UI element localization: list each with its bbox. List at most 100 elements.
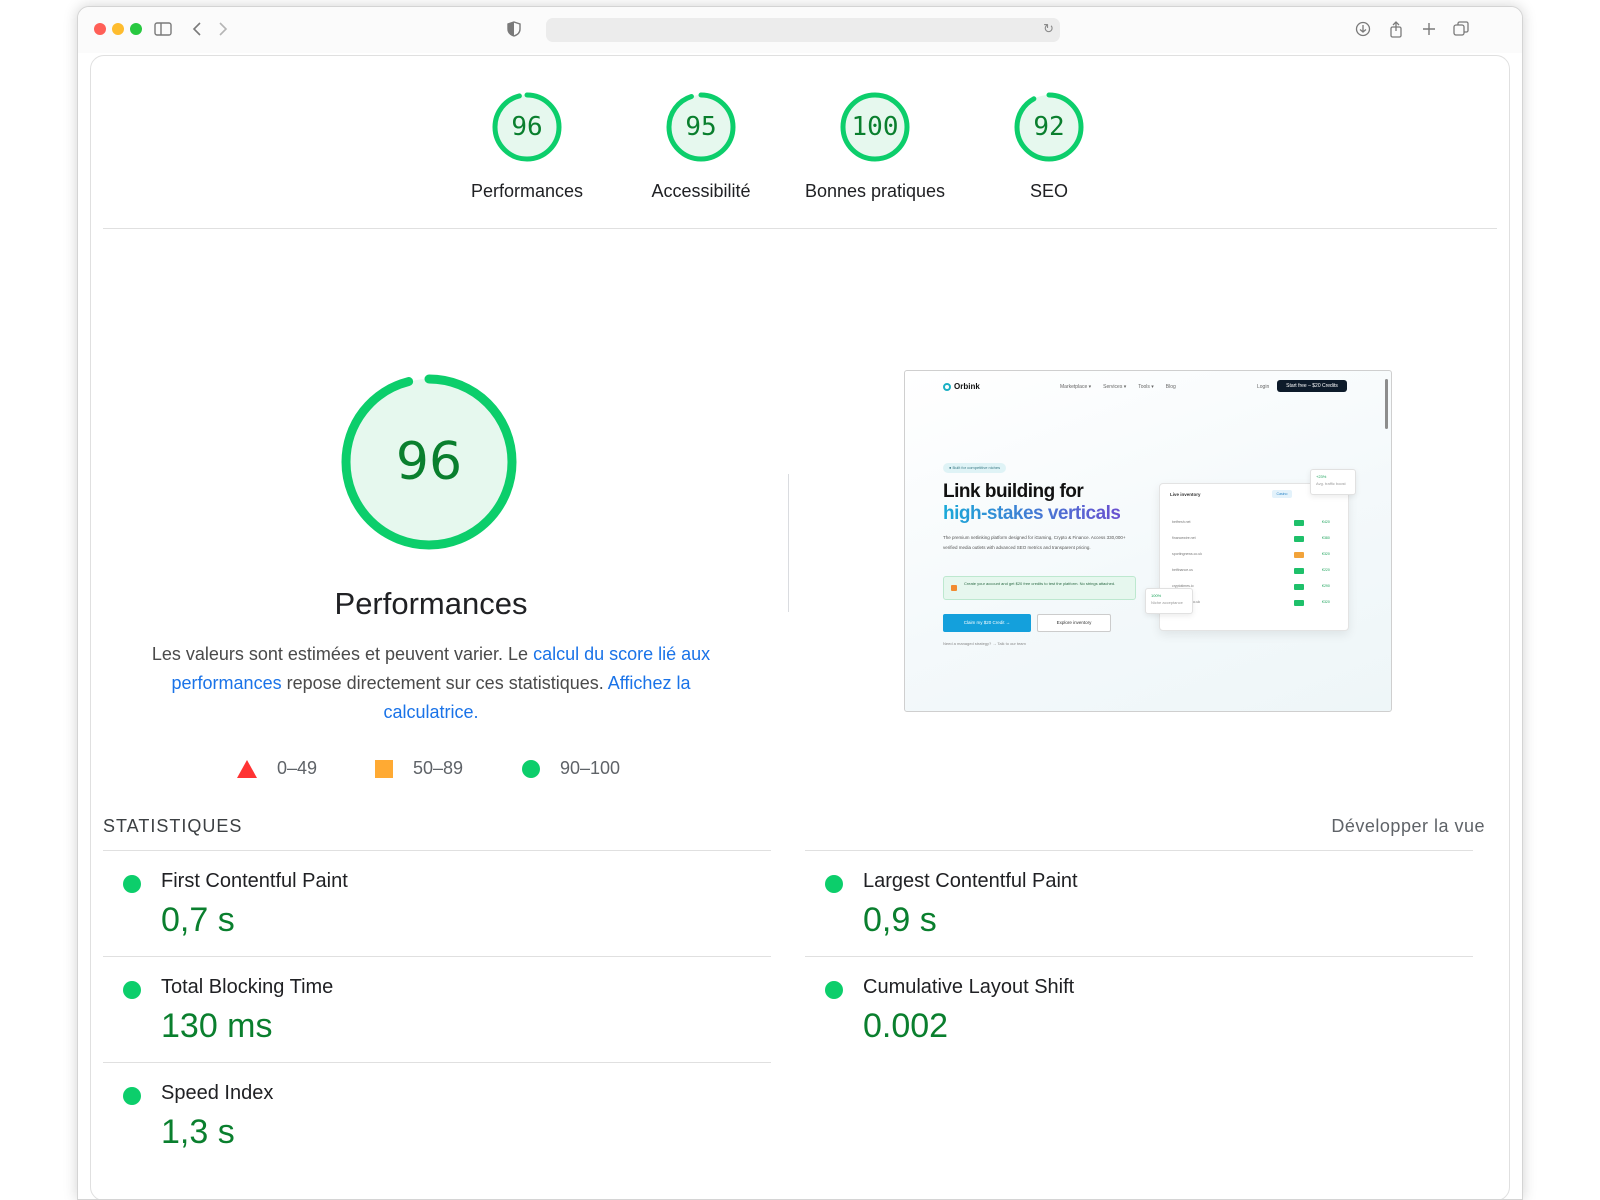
back-icon[interactable] bbox=[186, 18, 208, 40]
minimize-window-button[interactable] bbox=[112, 23, 124, 35]
score-description: Les valeurs sont estimées et peuvent var… bbox=[131, 640, 731, 727]
gauge-performance[interactable]: 96 Performances bbox=[447, 91, 607, 202]
browser-window: ↻ 96 Performances 95 Accessibilité 100 B… bbox=[77, 6, 1523, 1200]
legend-average: 50–89 bbox=[375, 758, 463, 779]
row-badge bbox=[1294, 568, 1304, 574]
zoom-window-button[interactable] bbox=[130, 23, 142, 35]
metric-fcp: First Contentful Paint 0,7 s bbox=[103, 850, 771, 956]
gauge-ring: 100 bbox=[839, 91, 911, 163]
card-row: financewire.net €380 bbox=[1172, 536, 1344, 544]
site-float-stat: +23% Avg. traffic boost bbox=[1310, 469, 1356, 495]
site-logo: Orbink bbox=[943, 382, 980, 391]
square-icon bbox=[375, 759, 393, 778]
lighthouse-report: 96 Performances 95 Accessibilité 100 Bon… bbox=[90, 55, 1510, 1199]
row-price: €220 bbox=[1322, 568, 1330, 572]
row-price: €380 bbox=[1322, 536, 1330, 540]
row-domain: betfresh.net bbox=[1172, 520, 1191, 524]
shield-icon[interactable] bbox=[503, 18, 525, 40]
site-small-text: Need a managed strategy? → Talk to our t… bbox=[943, 641, 1026, 646]
site-secondary-button: Explore inventory bbox=[1037, 614, 1111, 632]
gauge-label: Performances bbox=[470, 181, 584, 201]
metric-value: 130 ms bbox=[161, 1007, 273, 1045]
legend-fail: 0–49 bbox=[237, 758, 317, 779]
metric-cls: Cumulative Layout Shift 0.002 bbox=[805, 956, 1473, 1062]
site-logo-text: Orbink bbox=[954, 382, 980, 391]
gauge-score: 100 bbox=[851, 112, 899, 142]
site-nav-item: Marketplace ▾ bbox=[1060, 384, 1092, 390]
header-divider bbox=[103, 228, 1497, 229]
sidebar-icon[interactable] bbox=[152, 18, 174, 40]
close-window-button[interactable] bbox=[94, 23, 106, 35]
category-gauges: 96 Performances 95 Accessibilité 100 Bon… bbox=[91, 91, 1509, 231]
desc-text-2: repose directement sur ces statistiques. bbox=[281, 673, 608, 693]
site-nav-item: Blog bbox=[1165, 384, 1176, 390]
metric-speed-index: Speed Index 1,3 s bbox=[103, 1062, 771, 1168]
reload-icon[interactable]: ↻ bbox=[1043, 21, 1054, 37]
desc-text-1: Les valeurs sont estimées et peuvent var… bbox=[151, 644, 534, 664]
row-domain: betfinance.us bbox=[1172, 568, 1193, 572]
metric-value: 1,3 s bbox=[161, 1113, 235, 1151]
site-paragraph: The premium netlinking platform designed… bbox=[943, 535, 1126, 550]
card-row: betfresh.net €420 bbox=[1172, 520, 1344, 528]
card-tab: Casino bbox=[1272, 490, 1292, 498]
row-domain: financewire.net bbox=[1172, 536, 1196, 540]
logo-mark-icon bbox=[943, 382, 951, 391]
metric-name: Total Blocking Time bbox=[161, 976, 334, 998]
row-badge bbox=[1294, 584, 1304, 590]
gauge-best-practices[interactable]: 100 Bonnes pratiques bbox=[795, 91, 955, 202]
new-tab-icon[interactable] bbox=[1418, 18, 1440, 40]
metric-value: 0.002 bbox=[863, 1007, 949, 1045]
card-row: betfinance.us €220 bbox=[1172, 568, 1344, 576]
card-row: cryptotimes.io €290 bbox=[1172, 584, 1344, 592]
site-cta: Start free – $20 Credits bbox=[1277, 380, 1347, 392]
gauge-ring: 96 bbox=[491, 91, 563, 163]
share-icon[interactable] bbox=[1385, 18, 1407, 40]
headline-line-1: Link building for bbox=[943, 481, 1084, 502]
gauge-seo[interactable]: 92 SEO bbox=[969, 91, 1129, 202]
main-score: 96 bbox=[395, 432, 463, 492]
legend-pass: 90–100 bbox=[522, 758, 620, 779]
site-primary-button: Claim my $20 Credit → bbox=[943, 614, 1031, 632]
metric-tbt: Total Blocking Time 130 ms bbox=[103, 956, 771, 1062]
float-stat-value: 100% bbox=[1151, 593, 1162, 598]
site-note: Create your account and get $20 free cre… bbox=[943, 576, 1136, 600]
site-nav-item: Services ▾ bbox=[1103, 384, 1127, 390]
address-bar[interactable]: ↻ bbox=[546, 18, 1060, 42]
pass-circle-icon bbox=[123, 981, 141, 999]
metric-name: Speed Index bbox=[161, 1082, 274, 1104]
gift-icon bbox=[951, 585, 957, 591]
card-row: sportingnews.co.uk €320 bbox=[1172, 552, 1344, 560]
row-price: €420 bbox=[1322, 520, 1330, 524]
float-stat-label: Niche acceptance bbox=[1151, 600, 1183, 605]
browser-toolbar: ↻ bbox=[78, 7, 1522, 53]
circle-icon bbox=[522, 759, 540, 778]
row-price: €320 bbox=[1322, 600, 1330, 604]
download-icon[interactable] bbox=[1352, 18, 1374, 40]
site-nav-item: Tools ▾ bbox=[1138, 384, 1154, 390]
gauge-label: Accessibilité bbox=[651, 181, 751, 201]
legend-range: 50–89 bbox=[413, 758, 464, 778]
main-performance-gauge: 96 bbox=[341, 374, 517, 550]
legend-range: 90–100 bbox=[560, 758, 621, 778]
screenshot-scrollbar bbox=[1385, 379, 1388, 429]
stats-header: STATISTIQUES bbox=[103, 816, 243, 836]
headline-line-2: high-stakes verticals bbox=[943, 503, 1121, 524]
site-float-stat: 100% Niche acceptance bbox=[1145, 588, 1193, 614]
main-title: Performances bbox=[334, 586, 528, 621]
site-login: Login bbox=[1257, 384, 1270, 390]
tabs-overview-icon[interactable] bbox=[1450, 18, 1472, 40]
gauge-label: Bonnes pratiques bbox=[804, 181, 946, 201]
row-badge bbox=[1294, 536, 1304, 542]
metric-value: 0,9 s bbox=[863, 901, 937, 939]
pass-circle-icon bbox=[825, 875, 843, 893]
row-badge bbox=[1294, 520, 1304, 526]
gauge-accessibility[interactable]: 95 Accessibilité bbox=[621, 91, 781, 202]
gauge-score: 95 bbox=[685, 112, 717, 142]
forward-icon[interactable] bbox=[212, 18, 234, 40]
final-screenshot[interactable]: Orbink Marketplace ▾ Services ▾ Tools ▾ Blo… bbox=[904, 370, 1392, 712]
card-row: moneyweek.co.uk€320 bbox=[1172, 600, 1344, 608]
gauge-score: 92 bbox=[1033, 112, 1065, 142]
metric-lcp: Largest Contentful Paint 0,9 s bbox=[805, 850, 1473, 956]
expand-view-toggle[interactable]: Développer la vue bbox=[1331, 816, 1485, 837]
pass-circle-icon bbox=[123, 875, 141, 893]
